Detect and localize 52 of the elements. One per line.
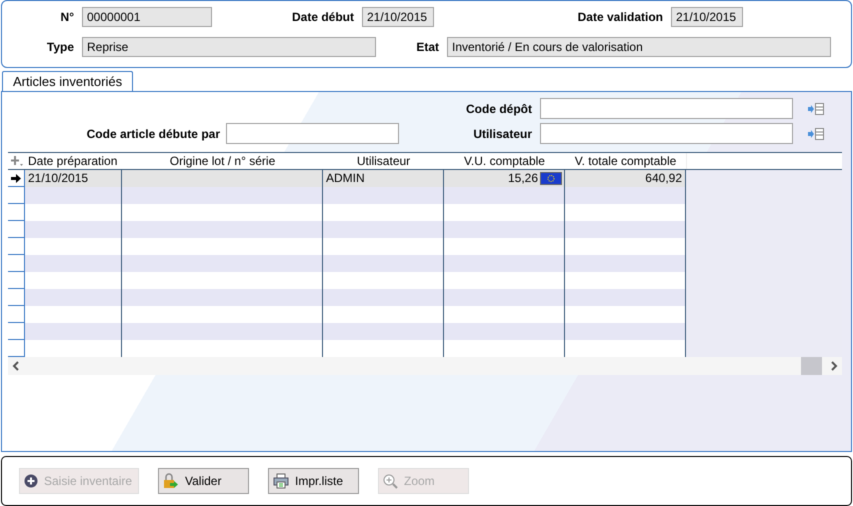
field-label: N°: [60, 9, 74, 26]
readonly-field[interactable]: Reprise: [82, 37, 376, 57]
tab[interactable]: Articles inventoriés: [2, 71, 134, 91]
row-marker[interactable]: [8, 340, 25, 357]
column-header[interactable]: V. totale comptable: [565, 153, 686, 169]
row-marker[interactable]: [8, 238, 25, 255]
scroll-thumb[interactable]: [801, 357, 822, 375]
column-header[interactable]: V.U. comptable: [444, 153, 565, 169]
row-marker[interactable]: [8, 255, 25, 272]
readonly-field[interactable]: 00000001: [82, 7, 212, 27]
field-label: Etat: [415, 39, 439, 56]
readonly-field[interactable]: Inventorié / En cours de valorisation: [447, 37, 831, 57]
text-field[interactable]: [540, 98, 793, 119]
horizontal-scrollbar[interactable]: [8, 357, 842, 375]
printer-icon: [273, 473, 289, 489]
column-header[interactable]: Origine lot / n° série: [122, 153, 323, 169]
column-header[interactable]: Date préparation: [25, 153, 122, 169]
text-field[interactable]: [540, 123, 793, 144]
readonly-field[interactable]: 21/10/2015: [671, 7, 743, 27]
toolbar-button[interactable]: Impr.liste: [268, 468, 359, 494]
field-label: Date validation: [576, 9, 663, 26]
row-marker[interactable]: [8, 204, 25, 221]
row-marker[interactable]: [8, 187, 25, 204]
toolbar-button[interactable]: Valider: [158, 468, 249, 494]
row-marker[interactable]: [8, 289, 25, 306]
table-cell: 640,92: [565, 170, 686, 187]
row-marker[interactable]: [8, 306, 25, 323]
row-marker[interactable]: [8, 272, 25, 289]
field-label: Date début: [290, 9, 354, 26]
scroll-left-icon[interactable]: [12, 361, 20, 371]
field-label: Code article débute par: [86, 126, 220, 142]
table-cell: 21/10/2015: [25, 170, 122, 187]
row-marker[interactable]: [8, 323, 25, 340]
field-label: Code dépôt: [465, 100, 532, 118]
row-marker[interactable]: [8, 221, 25, 238]
lock-arrow-icon: [163, 473, 179, 489]
table-cell: ADMIN: [323, 170, 444, 187]
list-picker-icon[interactable]: [808, 128, 824, 140]
column-header[interactable]: Utilisateur: [323, 153, 444, 169]
row-marker[interactable]: [8, 170, 25, 187]
plus-circle-icon: [24, 474, 38, 488]
field-label: Type: [46, 39, 74, 56]
field-label: Utilisateur: [472, 126, 532, 142]
scroll-right-icon[interactable]: [830, 361, 838, 371]
magnifier-icon: [383, 474, 398, 488]
table-cell: 15,26: [444, 170, 565, 187]
text-field[interactable]: [226, 123, 399, 144]
currency-flag-icon[interactable]: [540, 172, 562, 185]
add-row-icon[interactable]: [10, 155, 24, 167]
list-picker-icon[interactable]: [808, 102, 824, 114]
readonly-field[interactable]: 21/10/2015: [362, 7, 434, 27]
current-row-arrow-icon: [11, 174, 21, 182]
